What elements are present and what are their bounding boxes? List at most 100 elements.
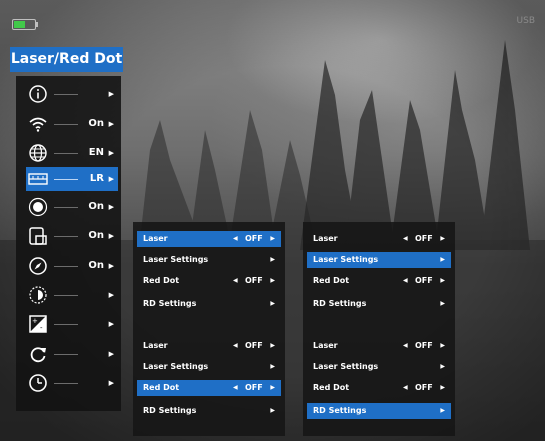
submenu-row-laser-settings[interactable]: Laser Settings ▶ [137, 252, 281, 268]
item-divider-line [54, 153, 78, 154]
compass-icon [28, 256, 48, 276]
submenu-row-label: Red Dot [313, 276, 350, 285]
chevron-right-icon: ▶ [440, 407, 445, 414]
chevron-right-icon: ▶ [108, 90, 114, 98]
sidebar-item-brightness[interactable]: On ▶ [26, 195, 118, 219]
sidebar-item-compass[interactable]: On ▶ [26, 254, 118, 278]
submenu-row-red-dot[interactable]: Red Dot ◀ OFF ▶ [137, 273, 281, 289]
chevron-right-icon: ▶ [270, 256, 275, 263]
submenu-row-label: RD Settings [143, 299, 197, 308]
svg-text:+: + [32, 317, 38, 325]
submenu-row-rd-settings[interactable]: RD Settings ▶ [137, 403, 281, 419]
item-divider-line [54, 124, 78, 125]
item-divider-line [54, 236, 78, 237]
item-divider-line [54, 324, 78, 325]
chevron-right-icon: ▶ [108, 120, 114, 128]
submenu-row-label: Laser Settings [313, 362, 379, 371]
chevron-left-icon: ◀ [403, 277, 408, 284]
info-icon [28, 84, 48, 104]
chevron-left-icon: ◀ [403, 235, 408, 242]
chevron-right-icon: ▶ [440, 277, 445, 284]
submenu-row-value: OFF [245, 234, 263, 243]
battery-fill [14, 21, 25, 28]
laser-red-dot-submenu: Laser ◀ OFF ▶ Laser Settings ▶ Red Dot ◀ OFF ▶ RD … [133, 222, 285, 329]
item-divider-line [54, 354, 78, 355]
submenu-row-value: OFF [415, 383, 433, 392]
sidebar-item-value: On [88, 260, 104, 271]
sidebar-item-refresh[interactable]: ▶ [26, 342, 118, 366]
submenu-row-label: Red Dot [143, 383, 180, 392]
chevron-right-icon: ▶ [440, 256, 445, 263]
chevron-right-icon: ▶ [108, 232, 114, 240]
contrast-icon [28, 285, 48, 305]
submenu-row-value: OFF [245, 341, 263, 350]
submenu-row-value: OFF [415, 234, 433, 243]
chevron-left-icon: ◀ [233, 384, 238, 391]
chevron-right-icon: ▶ [108, 175, 114, 183]
submenu-row-label: Laser Settings [143, 362, 209, 371]
submenu-row-red-dot[interactable]: Red Dot ◀ OFF ▶ [307, 380, 451, 396]
submenu-row-laser[interactable]: Laser ◀ OFF ▶ [307, 338, 451, 354]
sidebar-item-globe[interactable]: EN ▶ [26, 141, 118, 165]
item-divider-line [54, 94, 78, 95]
sidebar-item-image-adjust[interactable]: + - ▶ [26, 312, 118, 336]
item-divider-line [54, 179, 78, 180]
sidebar-item-info[interactable]: ▶ [26, 82, 118, 106]
submenu-row-laser-settings[interactable]: Laser Settings ▶ [307, 252, 451, 268]
chevron-right-icon: ▶ [108, 203, 114, 211]
laser-red-dot-submenu: Laser ◀ OFF ▶ Laser Settings ▶ Red Dot ◀ OFF ▶ RD … [303, 222, 455, 329]
wifi-icon [28, 114, 48, 134]
laser-range-icon [28, 169, 48, 189]
submenu-row-laser-settings[interactable]: Laser Settings ▶ [137, 359, 281, 375]
chevron-right-icon: ▶ [108, 262, 114, 270]
chevron-right-icon: ▶ [440, 342, 445, 349]
chevron-right-icon: ▶ [270, 300, 275, 307]
chevron-left-icon: ◀ [233, 342, 238, 349]
sidebar-item-picture-in-picture[interactable]: On ▶ [26, 224, 118, 248]
submenu-row-laser-settings[interactable]: Laser Settings ▶ [307, 359, 451, 375]
chevron-left-icon: ◀ [233, 277, 238, 284]
chevron-right-icon: ▶ [108, 320, 114, 328]
chevron-right-icon: ▶ [108, 291, 114, 299]
submenu-row-laser[interactable]: Laser ◀ OFF ▶ [137, 231, 281, 247]
submenu-row-label: Laser [313, 234, 338, 243]
submenu-row-laser[interactable]: Laser ◀ OFF ▶ [307, 231, 451, 247]
item-divider-line [54, 266, 78, 267]
brightness-icon [28, 197, 48, 217]
sidebar-item-value: EN [88, 147, 104, 158]
submenu-row-rd-settings[interactable]: RD Settings ▶ [307, 296, 451, 312]
submenu-row-laser[interactable]: Laser ◀ OFF ▶ [137, 338, 281, 354]
submenu-row-red-dot[interactable]: Red Dot ◀ OFF ▶ [137, 380, 281, 396]
sidebar-item-laser-range[interactable]: LR ▶ [26, 167, 118, 191]
sidebar-item-contrast[interactable]: ▶ [26, 283, 118, 307]
chevron-right-icon: ▶ [440, 235, 445, 242]
chevron-right-icon: ▶ [440, 300, 445, 307]
chevron-right-icon: ▶ [440, 363, 445, 370]
chevron-right-icon: ▶ [270, 363, 275, 370]
item-divider-line [54, 383, 78, 384]
sidebar-item-clock[interactable]: ▶ [26, 371, 118, 395]
chevron-right-icon: ▶ [108, 149, 114, 157]
sidebar-item-value: On [88, 230, 104, 241]
chevron-left-icon: ◀ [403, 384, 408, 391]
picture-in-picture-icon [28, 226, 48, 246]
submenu-row-rd-settings[interactable]: RD Settings ▶ [307, 403, 451, 419]
submenu-row-value: OFF [245, 383, 263, 392]
submenu-row-label: Laser [143, 234, 168, 243]
submenu-row-label: Laser [313, 341, 338, 350]
submenu-row-label: RD Settings [313, 406, 367, 415]
sidebar-item-wifi[interactable]: On ▶ [26, 112, 118, 136]
submenu-row-value: OFF [415, 276, 433, 285]
submenu-row-red-dot[interactable]: Red Dot ◀ OFF ▶ [307, 273, 451, 289]
chevron-left-icon: ◀ [403, 342, 408, 349]
chevron-left-icon: ◀ [233, 235, 238, 242]
submenu-row-label: Laser Settings [143, 255, 209, 264]
submenu-row-label: Red Dot [313, 383, 350, 392]
item-divider-line [54, 207, 78, 208]
submenu-row-label: Red Dot [143, 276, 180, 285]
submenu-row-rd-settings[interactable]: RD Settings ▶ [137, 296, 281, 312]
chevron-right-icon: ▶ [270, 277, 275, 284]
chevron-right-icon: ▶ [270, 384, 275, 391]
submenu-row-label: Laser Settings [313, 255, 379, 264]
submenu-row-label: RD Settings [143, 406, 197, 415]
